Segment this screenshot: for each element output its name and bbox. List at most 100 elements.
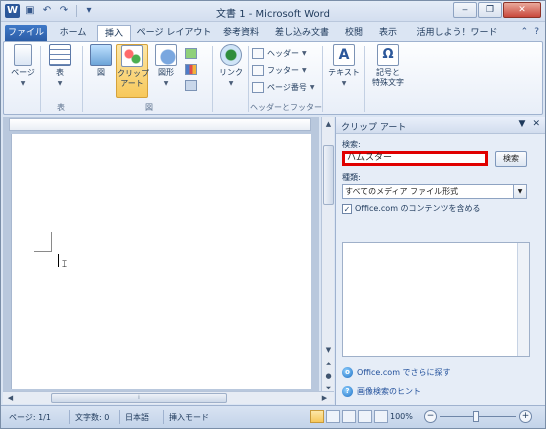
document-page[interactable]: 𝙸 [11, 134, 311, 389]
page-count-status[interactable]: ページ: 1/1 [9, 412, 51, 423]
office-more-link-label: Office.com でさらに探す [357, 368, 451, 377]
header-button[interactable]: ヘッダー ▼ [252, 46, 307, 60]
header-icon [252, 47, 264, 59]
symbol-button[interactable]: Ω 記号と 特殊文字 [368, 44, 408, 88]
office-more-link[interactable]: o Office.com でさらに探す [342, 367, 451, 378]
outline-view-icon[interactable] [358, 410, 372, 423]
tab-references[interactable]: 参考資料 [217, 25, 265, 42]
vertical-scrollbar[interactable]: ▲ ▼ ⏶ ● ⏷ [321, 117, 334, 392]
help-icon[interactable]: ? [534, 27, 539, 37]
minimize-button[interactable]: ‒ [453, 2, 477, 18]
divider [82, 46, 83, 112]
close-button[interactable]: ✕ [503, 2, 541, 18]
web-layout-view-icon[interactable] [342, 410, 356, 423]
page-button[interactable]: ページ ▼ [8, 44, 38, 89]
textbox-button[interactable]: A テキスト ▼ [326, 44, 362, 89]
group-label-table: 表 [57, 103, 65, 112]
tab-page-layout[interactable]: ページ レイアウト [135, 25, 213, 42]
dropdown-arrow-icon: ▼ [228, 80, 234, 87]
table-button[interactable]: 表 ▼ [46, 44, 74, 89]
divider [163, 410, 164, 424]
divider [40, 46, 41, 112]
scroll-down-icon[interactable]: ▼ [323, 344, 334, 356]
browse-object-icon[interactable]: ● [323, 370, 334, 382]
zoom-slider-handle[interactable] [473, 411, 479, 422]
shapes-button[interactable]: 図形 ▼ [152, 44, 180, 89]
illustration-small-buttons [185, 48, 197, 91]
search-input[interactable]: ハムスター [342, 151, 488, 166]
textbox-icon: A [333, 44, 355, 66]
draft-view-icon[interactable] [374, 410, 388, 423]
include-office-checkbox[interactable]: ✓ [342, 203, 352, 214]
language-status[interactable]: 日本語 [125, 412, 149, 423]
picture-button[interactable]: 図 [88, 44, 114, 78]
zoom-out-icon[interactable]: − [424, 410, 437, 423]
title-bar: W ▣ ↶ ↷ ▾ 文書 1 - Microsoft Word ‒ ❐ ✕ [1, 1, 545, 22]
table-button-label: 表 [56, 68, 64, 77]
clipart-button-label: クリップ アート [117, 69, 149, 88]
text-cursor [58, 254, 59, 267]
insert-mode-status[interactable]: 挿入モード [169, 412, 209, 423]
previous-page-icon[interactable]: ⏶ [323, 358, 334, 370]
tab-mailings[interactable]: 差し込み文書 [269, 25, 335, 42]
margin-corner-mark [34, 232, 52, 252]
tab-file[interactable]: ファイル [5, 25, 47, 42]
horizontal-scroll-thumb[interactable]: ⁞ [51, 393, 227, 403]
word-count-status[interactable]: 文字数: 0 [75, 412, 109, 423]
link-button[interactable]: リンク ▼ [216, 44, 246, 89]
footer-icon [252, 64, 264, 76]
tab-view[interactable]: 表示 [373, 25, 403, 42]
page-button-label: ページ [11, 68, 35, 77]
include-office-row: ✓ Office.com のコンテンツを含める [342, 203, 481, 214]
search-label: 検索: [342, 140, 361, 149]
collapse-ribbon-icon[interactable]: ⌃ [521, 27, 529, 37]
pane-close-icon[interactable]: ✕ [532, 119, 540, 129]
media-type-select[interactable]: すべてのメディア ファイル形式 ▼ [342, 184, 527, 199]
search-tips-link-label: 画像検索のヒント [357, 387, 421, 396]
screenshot-icon[interactable] [185, 80, 197, 91]
chart-icon[interactable] [185, 64, 197, 75]
scroll-right-icon[interactable]: ▶ [319, 392, 330, 404]
results-scrollbar[interactable] [517, 243, 529, 356]
clipart-task-pane: クリップ アート ▼ ✕ 検索: ハムスター 検索 種類: すべてのメディア フ… [335, 117, 545, 405]
horizontal-scrollbar[interactable]: ◀ ⁞ ▶ [3, 391, 334, 404]
tab-insert[interactable]: 挿入 [97, 25, 131, 42]
pane-title: クリップ アート [341, 123, 407, 133]
results-list[interactable] [342, 242, 530, 357]
divider [212, 46, 213, 112]
footer-button[interactable]: フッター ▼ [252, 63, 307, 77]
document-area: 𝙸 [3, 117, 319, 391]
table-icon [49, 44, 71, 66]
full-screen-view-icon[interactable] [326, 410, 340, 423]
shapes-button-label: 図形 [158, 68, 174, 77]
clipart-button[interactable]: クリップ アート [116, 44, 149, 98]
clipart-icon [121, 45, 143, 67]
media-type-value: すべてのメディア ファイル形式 [345, 187, 459, 196]
view-buttons [310, 410, 388, 423]
shapes-icon [155, 44, 177, 66]
search-button[interactable]: 検索 [495, 151, 527, 167]
link-globe-icon [220, 44, 242, 66]
zoom-in-icon[interactable]: + [519, 410, 532, 423]
header-button-label: ヘッダー [267, 48, 299, 58]
smartart-icon[interactable] [185, 48, 197, 59]
search-tips-link[interactable]: ? 画像検索のヒント [342, 386, 421, 397]
scroll-thumb[interactable] [323, 145, 334, 205]
tab-review[interactable]: 校閲 [339, 25, 369, 42]
divider [364, 46, 365, 112]
scroll-left-icon[interactable]: ◀ [5, 392, 16, 404]
restore-button[interactable]: ❐ [478, 2, 502, 18]
window-controls: ‒ ❐ ✕ [453, 2, 541, 18]
tab-home[interactable]: ホーム [53, 25, 93, 42]
print-layout-view-icon[interactable] [310, 410, 324, 423]
textbox-button-label: テキスト [328, 68, 360, 77]
word-window: W ▣ ↶ ↷ ▾ 文書 1 - Microsoft Word ‒ ❐ ✕ ファ… [0, 0, 546, 429]
page-number-button[interactable]: ページ番号 ▼ [252, 80, 314, 94]
picture-button-label: 図 [97, 68, 105, 77]
tab-custom[interactable]: 活用しよう！ワード [409, 25, 505, 42]
chevron-down-icon[interactable]: ▼ [513, 185, 526, 198]
scroll-up-icon[interactable]: ▲ [323, 118, 334, 130]
status-bar: ページ: 1/1 文字数: 0 日本語 挿入モード 100% − + [1, 405, 545, 428]
zoom-level[interactable]: 100% [390, 412, 413, 421]
pane-menu-chevron-icon[interactable]: ▼ [519, 119, 526, 129]
